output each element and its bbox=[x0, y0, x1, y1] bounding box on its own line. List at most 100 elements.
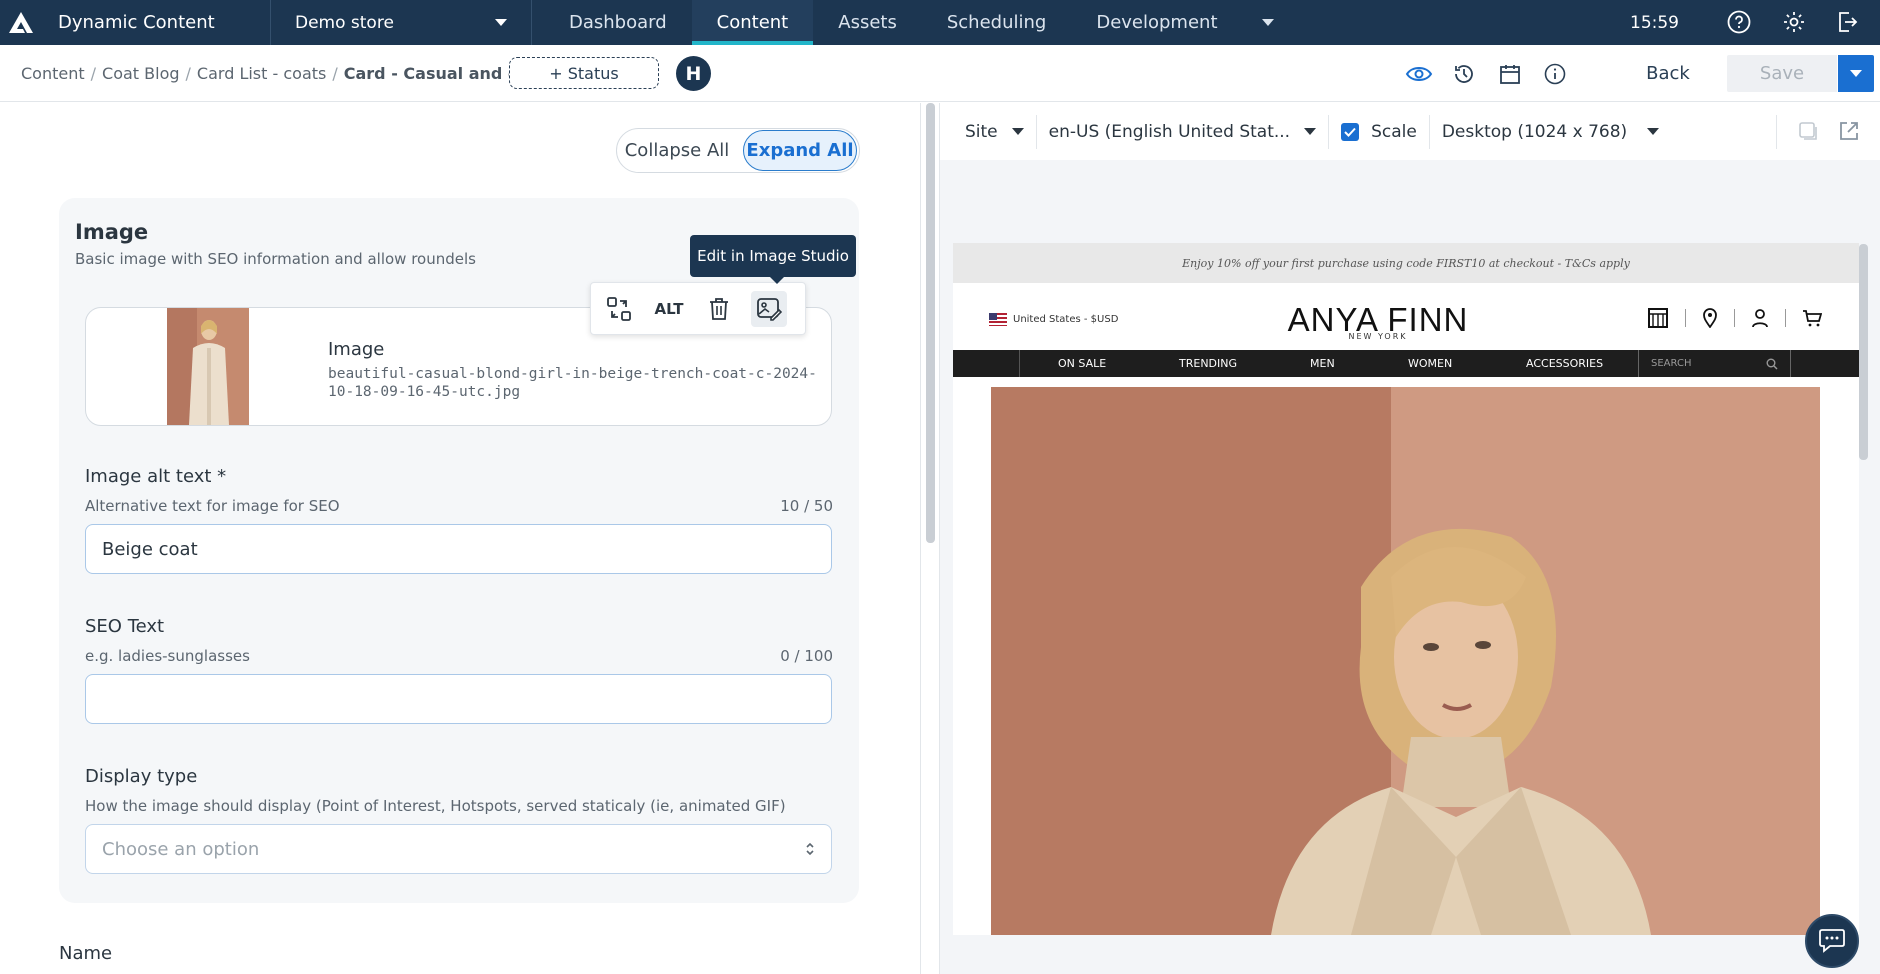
display-type-placeholder: Choose an option bbox=[102, 838, 260, 860]
image-edit-icon[interactable] bbox=[751, 290, 787, 327]
site-label: Site bbox=[965, 121, 998, 142]
site-search-placeholder: SEARCH bbox=[1651, 358, 1692, 369]
site-nav-item[interactable]: ACCESSORIES bbox=[1526, 350, 1603, 377]
site-nav-item[interactable]: TRENDING bbox=[1179, 350, 1237, 377]
scale-toggle[interactable]: Scale bbox=[1329, 103, 1429, 160]
calendar-icon[interactable] bbox=[1496, 60, 1524, 88]
site-locale-label: United States - $USD bbox=[1013, 314, 1119, 325]
breadcrumb-item[interactable]: Content bbox=[21, 64, 85, 83]
name-label: Name bbox=[59, 943, 113, 964]
breadcrumb: Content / Coat Blog / Card List - coats … bbox=[21, 63, 544, 83]
card-title: Image bbox=[75, 220, 149, 244]
tab-scheduling[interactable]: Scheduling bbox=[922, 0, 1071, 45]
expand-all-button[interactable]: Expand All bbox=[743, 130, 857, 171]
image-label: Image bbox=[328, 339, 385, 360]
seo-text-label: SEO Text bbox=[85, 616, 165, 637]
content-editor: Collapse All Expand All Image Basic imag… bbox=[0, 103, 920, 974]
tooltip: Edit in Image Studio bbox=[690, 235, 856, 284]
breadcrumb-item[interactable]: Card List - coats bbox=[197, 64, 326, 83]
site-search-input[interactable]: SEARCH bbox=[1638, 350, 1791, 377]
brand-subtitle: NEW YORK bbox=[1348, 332, 1408, 341]
image-card: Image Basic image with SEO information a… bbox=[59, 198, 859, 903]
chevron-down-icon bbox=[1850, 70, 1862, 77]
save-options-button[interactable] bbox=[1838, 55, 1874, 92]
tab-development-label: Development bbox=[1096, 12, 1218, 33]
display-type-select[interactable]: Choose an option bbox=[85, 824, 832, 874]
save-button[interactable]: Save bbox=[1727, 55, 1837, 92]
add-status-button[interactable]: + Status bbox=[509, 57, 659, 89]
locale-selector[interactable]: en-US (English United Stat... bbox=[1037, 103, 1328, 160]
clock: 15:59 bbox=[1630, 12, 1679, 33]
device-label: Desktop (1024 x 768) bbox=[1441, 121, 1628, 142]
search-icon bbox=[1766, 358, 1778, 369]
trash-icon[interactable] bbox=[701, 291, 737, 327]
amplience-logo-icon[interactable] bbox=[0, 0, 42, 45]
tab-content[interactable]: Content bbox=[691, 0, 814, 45]
promo-banner: Enjoy 10% off your first purchase using … bbox=[953, 243, 1859, 283]
breadcrumb-item[interactable]: Coat Blog bbox=[102, 64, 180, 83]
open-new-window-icon[interactable] bbox=[1835, 117, 1863, 145]
content-header: Content / Coat Blog / Card List - coats … bbox=[0, 45, 1880, 102]
locale-label: en-US (English United Stat... bbox=[1048, 121, 1291, 142]
info-icon[interactable] bbox=[1541, 60, 1569, 88]
logout-icon[interactable] bbox=[1833, 8, 1861, 36]
sync-icon[interactable] bbox=[1794, 117, 1822, 145]
chevron-down-icon bbox=[1304, 128, 1317, 135]
app-title: Dynamic Content bbox=[58, 12, 215, 33]
scale-checkbox[interactable] bbox=[1341, 122, 1360, 141]
tab-assets[interactable]: Assets bbox=[813, 0, 922, 45]
history-icon[interactable] bbox=[1450, 60, 1478, 88]
hero-image[interactable] bbox=[991, 387, 1820, 935]
help-icon[interactable] bbox=[1725, 8, 1753, 36]
preview-pane: Site en-US (English United Stat... Scale… bbox=[940, 103, 1880, 974]
alt-text-icon[interactable]: ALT bbox=[651, 291, 687, 327]
us-flag-icon bbox=[989, 313, 1007, 326]
tab-development[interactable]: Development bbox=[1071, 0, 1298, 45]
site-selector[interactable]: Site bbox=[940, 103, 1036, 160]
image-thumbnail[interactable] bbox=[167, 308, 249, 425]
alt-text-help: Alternative text for image for SEO bbox=[85, 497, 340, 515]
preview-toolbar: Site en-US (English United Stat... Scale… bbox=[940, 103, 1880, 160]
settings-icon[interactable] bbox=[1780, 8, 1808, 36]
store-icon[interactable] bbox=[1647, 307, 1669, 329]
chevron-down-icon bbox=[1011, 128, 1024, 135]
site-header-icons bbox=[1647, 307, 1822, 329]
scrollbar-thumb[interactable] bbox=[926, 103, 935, 543]
top-nav: Dynamic Content Demo store Dashboard Con… bbox=[0, 0, 1880, 45]
seo-text-input[interactable] bbox=[85, 674, 832, 724]
display-type-label: Display type bbox=[85, 766, 198, 787]
website-preview: Enjoy 10% off your first purchase using … bbox=[953, 243, 1859, 935]
store-selector[interactable]: Demo store bbox=[271, 0, 531, 45]
chat-icon bbox=[1819, 929, 1845, 953]
alt-text-count: 10 / 50 bbox=[780, 497, 833, 515]
alt-text-input[interactable]: Beige coat bbox=[85, 524, 832, 574]
site-nav-item[interactable]: WOMEN bbox=[1408, 350, 1452, 377]
seo-text-count: 0 / 100 bbox=[780, 647, 833, 665]
image-filename: beautiful-casual-blond-girl-in-beige-tre… bbox=[328, 366, 817, 400]
updown-chevron-icon bbox=[805, 841, 815, 857]
editor-scrollbar[interactable] bbox=[920, 103, 940, 974]
device-selector[interactable]: Desktop (1024 x 768) bbox=[1430, 103, 1671, 160]
swap-icon[interactable] bbox=[601, 291, 637, 327]
image-toolbar: ALT bbox=[590, 282, 806, 335]
store-name: Demo store bbox=[295, 12, 394, 33]
tab-dashboard[interactable]: Dashboard bbox=[544, 0, 692, 45]
avatar[interactable]: H bbox=[676, 56, 711, 91]
chevron-down-icon bbox=[1261, 19, 1274, 26]
preview-scrollbar-thumb[interactable] bbox=[1859, 244, 1868, 460]
site-navigation: ON SALE TRENDING MEN WOMEN ACCESSORIES S… bbox=[953, 350, 1859, 377]
chevron-down-icon bbox=[1647, 128, 1660, 135]
chat-button[interactable] bbox=[1805, 914, 1859, 968]
cart-icon[interactable] bbox=[1802, 309, 1822, 327]
site-locale[interactable]: United States - $USD bbox=[989, 313, 1118, 326]
site-nav-item[interactable]: MEN bbox=[1310, 350, 1335, 377]
location-pin-icon[interactable] bbox=[1702, 308, 1718, 328]
expand-collapse-group: Collapse All Expand All bbox=[616, 128, 860, 173]
back-button[interactable]: Back bbox=[1640, 57, 1696, 89]
site-nav-item[interactable]: ON SALE bbox=[1058, 350, 1106, 377]
account-icon[interactable] bbox=[1751, 308, 1769, 328]
scale-label: Scale bbox=[1371, 121, 1417, 142]
chevron-down-icon bbox=[495, 19, 507, 26]
eye-icon[interactable] bbox=[1405, 60, 1433, 88]
collapse-all-button[interactable]: Collapse All bbox=[617, 129, 737, 172]
